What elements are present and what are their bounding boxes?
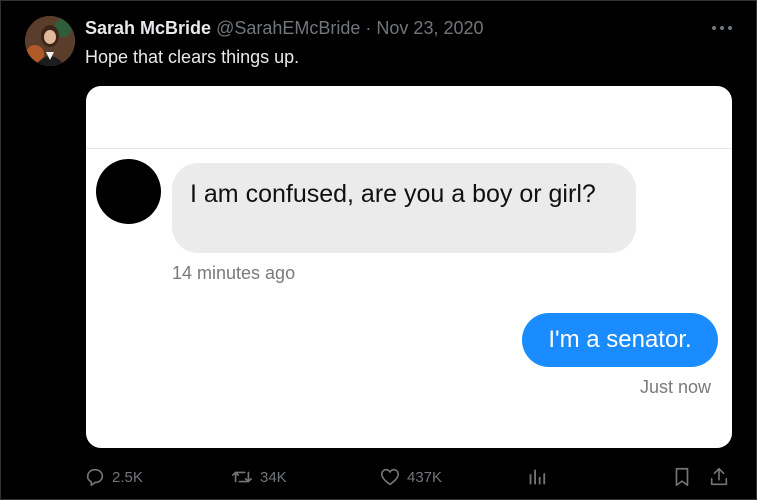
sender-avatar: [96, 159, 161, 224]
retweet-button[interactable]: 34K: [230, 462, 287, 492]
tweet-text: Hope that clears things up.: [85, 47, 300, 67]
profile-photo: [25, 16, 75, 66]
display-name[interactable]: Sarah McBride: [85, 18, 211, 38]
user-handle[interactable]: @SarahEMcBride: [216, 18, 360, 38]
reply-count: 2.5K: [112, 468, 143, 486]
more-horizontal-icon[interactable]: [708, 18, 736, 38]
share-button[interactable]: [708, 462, 730, 492]
views-button[interactable]: [525, 462, 547, 492]
incoming-message-bubble: I am confused, are you a boy or girl?: [172, 163, 636, 253]
reply-icon: [86, 468, 104, 487]
tweet-header: Sarah McBride @SarahEMcBride · Nov 23, 2…: [85, 17, 484, 39]
outgoing-message-bubble: I'm a senator.: [522, 313, 718, 367]
bookmark-icon: [675, 467, 689, 487]
reply-button[interactable]: 2.5K: [84, 462, 143, 492]
heart-icon: [380, 468, 400, 486]
share-icon: [710, 467, 728, 486]
like-button[interactable]: 437K: [379, 462, 442, 492]
avatar[interactable]: [25, 16, 75, 66]
tweet-actions: 2.5K 34K 437K: [0, 462, 757, 492]
retweet-count: 34K: [260, 468, 287, 486]
like-count: 437K: [407, 468, 443, 486]
outgoing-message-time: Just now: [639, 377, 711, 397]
bookmark-button[interactable]: [671, 462, 693, 492]
image-divider: [86, 148, 732, 149]
analytics-icon: [529, 469, 546, 485]
retweet-icon: [232, 471, 252, 483]
separator-dot: ·: [365, 18, 372, 38]
tweet-image[interactable]: I am confused, are you a boy or girl? 14…: [86, 86, 732, 448]
tweet-date[interactable]: Nov 23, 2020: [376, 18, 483, 38]
incoming-message-time: 14 minutes ago: [172, 263, 296, 283]
